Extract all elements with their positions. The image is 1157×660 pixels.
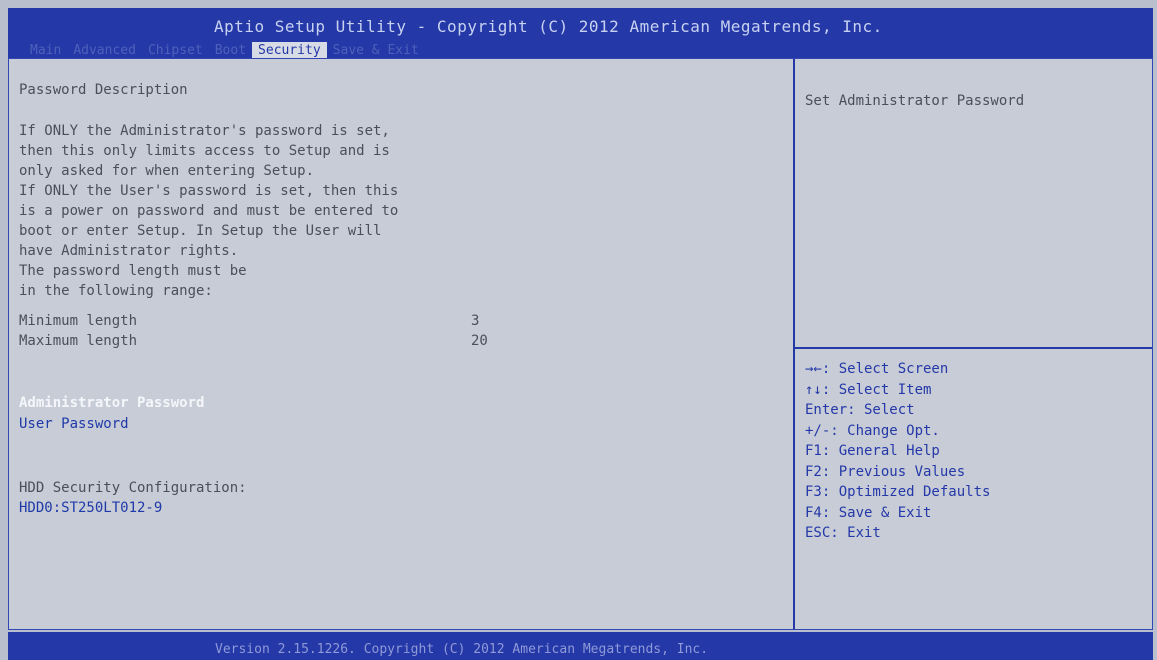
- hdd-device-item[interactable]: HDD0:ST250LT012-9: [19, 500, 162, 516]
- key-help-item: Enter: Select: [805, 402, 915, 418]
- key-help-item: F3: Optimized Defaults: [805, 484, 991, 500]
- administrator-password-item[interactable]: Administrator Password: [19, 395, 204, 411]
- header-bar: Aptio Setup Utility - Copyright (C) 2012…: [8, 8, 1153, 60]
- hdd-security-heading: HDD Security Configuration:: [19, 480, 247, 496]
- description-line: then this only limits access to Setup an…: [19, 143, 390, 159]
- key-help-item: ESC: Exit: [805, 525, 881, 541]
- min-length-label: Minimum length: [19, 313, 138, 329]
- help-divider: [795, 347, 1152, 349]
- description-line: have Administrator rights.: [19, 243, 239, 259]
- description-line: The password length must be: [19, 263, 247, 279]
- key-help-item: F2: Previous Values: [805, 463, 966, 480]
- description-line: only asked for when entering Setup.: [19, 163, 315, 179]
- key-help-item: F4: Save & Exit: [805, 504, 932, 521]
- user-password-item[interactable]: User Password: [19, 416, 129, 432]
- description-line: If ONLY the User's password is set, then…: [19, 183, 399, 199]
- key-help-list: →←: Select Screen ↑↓: Select Item Enter:…: [805, 359, 990, 544]
- section-title: Password Description: [19, 82, 188, 98]
- key-help-item: ↑↓: Select Item: [805, 381, 932, 398]
- bios-screen: Aptio Setup Utility - Copyright (C) 2012…: [0, 0, 1157, 660]
- description-line: boot or enter Setup. In Setup the User w…: [19, 223, 382, 239]
- main-panel: Password Description If ONLY the Adminis…: [8, 58, 1153, 630]
- help-text: Set Administrator Password: [805, 93, 1025, 109]
- key-help-item: →←: Select Screen: [805, 361, 949, 377]
- description-line: If ONLY the Administrator's password is …: [19, 123, 390, 139]
- max-length-label: Maximum length: [19, 333, 138, 349]
- settings-pane: Password Description If ONLY the Adminis…: [9, 59, 792, 629]
- help-pane: Set Administrator Password →←: Select Sc…: [795, 59, 1152, 629]
- description-line: is a power on password and must be enter…: [19, 203, 399, 219]
- app-title: Aptio Setup Utility - Copyright (C) 2012…: [214, 17, 883, 36]
- footer-bar: Version 2.15.1226. Copyright (C) 2012 Am…: [8, 632, 1153, 660]
- version-footer: Version 2.15.1226. Copyright (C) 2012 Am…: [215, 642, 709, 657]
- description-line: in the following range:: [19, 283, 213, 299]
- min-length-value: 3: [471, 313, 480, 329]
- key-help-item: +/-: Change Opt.: [805, 422, 940, 439]
- key-help-item: F1: General Help: [805, 443, 940, 459]
- max-length-value: 20: [471, 333, 488, 349]
